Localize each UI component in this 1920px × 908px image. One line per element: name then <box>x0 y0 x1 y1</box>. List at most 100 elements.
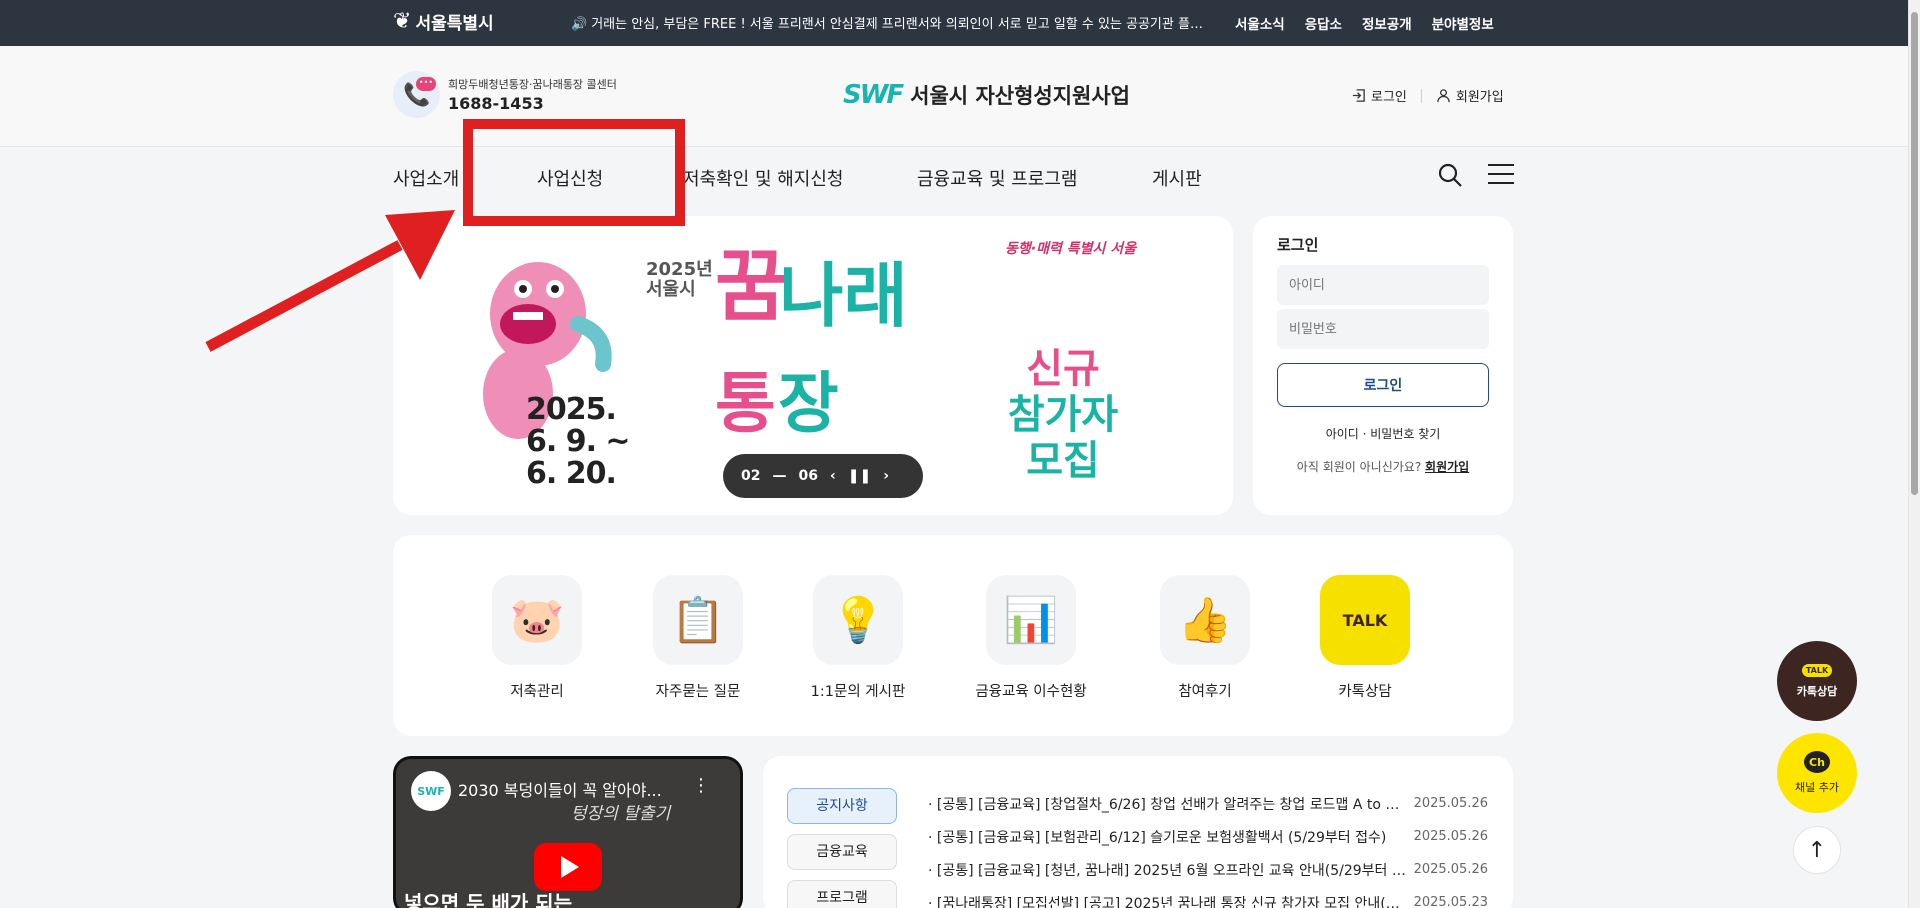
slide-total: 06 <box>798 468 818 484</box>
recruit-line-2: 참가자 <box>1007 392 1119 438</box>
login-panel: 로그인 로그인 아이디 · 비밀번호 찾기 아직 회원이 아니신가요? 회원가입 <box>1253 216 1513 515</box>
banner-recruit-text: 신규 참가자 모집 <box>993 346 1133 484</box>
notice-title: · [공통] [금융교육] [청년, 꿈나래] 2025년 6월 오프라인 교육… <box>928 862 1408 879</box>
tab-notices[interactable]: 공지사항 <box>787 788 897 824</box>
tab-finance-education[interactable]: 금융교육 <box>787 834 897 870</box>
video-handwriting: 텅장의 탈출기 <box>571 804 671 824</box>
notice-row[interactable]: · [공통] [금융교육] [청년, 꿈나래] 2025년 6월 오프라인 교육… <box>928 853 1488 886</box>
quick-inquiry-board[interactable]: 💡 1:1문의 게시판 <box>783 575 933 701</box>
speaker-icon: 🔊 <box>571 17 588 32</box>
swf-logo-mark: SWF <box>843 80 904 110</box>
util-link-eungdapso[interactable]: 응답소 <box>1305 13 1342 33</box>
quick-faq[interactable]: 📋 자주묻는 질문 <box>623 575 773 701</box>
utility-links: 서울소식 응답소 정보공개 분야별정보 <box>1235 13 1494 33</box>
main-banner[interactable]: 2025년 서울시 꿈 나래 통 장 2025. 6. 9. ~ 6. 20. … <box>393 216 1233 515</box>
scroll-to-top-icon[interactable]: ↑ <box>1793 826 1841 874</box>
add-channel-label: 채널 추가 <box>1795 781 1839 794</box>
kakao-consult-button[interactable]: TALK 카톡상담 <box>1777 641 1857 721</box>
play-button-icon[interactable] <box>534 843 602 891</box>
site-name: 서울시 자산형성지원사업 <box>910 84 1131 108</box>
page-scrollbar[interactable] <box>1908 0 1920 908</box>
quick-label: 저축관리 <box>510 684 564 700</box>
nav-board[interactable]: 게시판 <box>1152 165 1202 191</box>
util-link-field-info[interactable]: 분야별정보 <box>1432 13 1494 33</box>
piggy-bank-icon: 🐷 <box>492 575 582 665</box>
kakao-talk-icon: TALK <box>1320 575 1410 665</box>
quick-reviews[interactable]: 👍 참여후기 <box>1130 575 1280 701</box>
join-link[interactable]: 회원가입 <box>1425 460 1469 474</box>
scrollbar-thumb[interactable] <box>1911 12 1918 495</box>
video-title: 2030 복덩이들이 꼭 알아야... <box>458 781 662 800</box>
kakao-talk-icon: TALK <box>1801 663 1833 677</box>
notice-title: · [공통] [금융교육] [창업절차_6/26] 창업 선배가 알려주는 창업… <box>928 796 1408 813</box>
quick-label: 금융교육 이수현황 <box>975 684 1087 700</box>
channel-logo: SWF <box>411 771 451 811</box>
login-link[interactable]: 로그인 <box>1351 86 1407 105</box>
kakao-consult-label: 카톡상담 <box>1796 684 1838 698</box>
video-caption: 넣으면 두 배가 되는 <box>404 891 573 908</box>
seoul-slogan: 동행·매력 특별시 서울 <box>1005 241 1136 257</box>
kakao-channel-icon: Ch <box>1804 751 1830 773</box>
seoul-logo-text: 서울특별시 <box>415 14 494 34</box>
find-id-password-link[interactable]: 아이디 · 비밀번호 찾기 <box>1277 425 1489 442</box>
quick-label: 참여후기 <box>1178 684 1232 700</box>
banner-title-1: 꿈 <box>715 242 787 332</box>
auth-links: 로그인 회원가입 <box>1351 86 1504 105</box>
banner-date: 2025. 6. 9. ~ 6. 20. <box>526 392 631 491</box>
util-link-seoul-news[interactable]: 서울소식 <box>1235 13 1285 33</box>
notice-list: · [공통] [금융교육] [창업절차_6/26] 창업 선배가 알려주는 창업… <box>928 787 1488 908</box>
slider-controls: 02 — 06 ‹ ❚❚ › <box>723 454 923 498</box>
login-panel-title: 로그인 <box>1277 236 1319 254</box>
site-header: 📞 ••• 희망두배청년통장·꿈나래통장 콜센터 1688-1453 SWF 서… <box>0 46 1908 147</box>
tab-programs[interactable]: 프로그램 <box>787 880 897 908</box>
prev-slide-icon[interactable]: ‹ <box>830 468 836 484</box>
quick-label: 카톡상담 <box>1338 684 1392 700</box>
quick-kakao-chat[interactable]: TALK 카톡상담 <box>1290 575 1440 701</box>
search-icon[interactable] <box>1437 162 1463 188</box>
login-button[interactable]: 로그인 <box>1277 363 1489 407</box>
nav-savings-check[interactable]: 저축확인 및 해지신청 <box>683 165 843 191</box>
util-link-info-disclosure[interactable]: 정보공개 <box>1362 13 1412 33</box>
nav-finance-education[interactable]: 금융교육 및 프로그램 <box>917 165 1077 191</box>
recruit-line-1: 신규 <box>1026 346 1100 392</box>
join-prompt: 아직 회원이 아니신가요? 회원가입 <box>1277 458 1489 475</box>
signup-link[interactable]: 회원가입 <box>1436 86 1504 105</box>
join-prompt-text: 아직 회원이 아니신가요? <box>1296 460 1422 474</box>
notice-tabs: 공지사항 금융교육 프로그램 <box>787 788 897 908</box>
more-options-icon[interactable]: ⋮ <box>692 775 710 796</box>
signup-link-label: 회원가입 <box>1455 90 1504 105</box>
notice-row[interactable]: · [공통] [금융교육] [창업절차_6/26] 창업 선배가 알려주는 창업… <box>928 787 1488 820</box>
nav-business-apply[interactable]: 사업신청 <box>537 165 603 191</box>
user-id-input[interactable] <box>1277 265 1489 305</box>
ticker-text: 거래는 안심, 부담은 FREE ! 서울 프리랜서 안심결제 프리랜서와 의뢰… <box>591 17 1211 32</box>
password-input[interactable] <box>1277 309 1489 349</box>
site-logo[interactable]: SWF 서울시 자산형성지원사업 <box>843 80 1130 110</box>
seoul-city-logo[interactable]: ❦ 서울특별시 <box>393 9 494 34</box>
pause-icon[interactable]: ❚❚ <box>848 468 871 484</box>
notice-row[interactable]: · [꿈나래통장] [모집선발] [공고] 2025년 꿈나래 통장 신규 참가… <box>928 886 1488 908</box>
add-channel-button[interactable]: Ch 채널 추가 <box>1777 733 1857 813</box>
quick-label: 자주묻는 질문 <box>655 684 741 700</box>
quick-savings-management[interactable]: 🐷 저축관리 <box>462 575 612 701</box>
chart-board-icon: 📊 <box>986 575 1076 665</box>
lightbulb-icon: 💡 <box>813 575 903 665</box>
main-navigation: 사업소개 사업신청 저축확인 및 해지신청 금융교육 및 프로그램 게시판 <box>0 148 1908 208</box>
seoul-logo-icon: ❦ <box>393 8 412 34</box>
notice-date: 2025.05.26 <box>1413 829 1488 844</box>
news-ticker[interactable]: 🔊 거래는 안심, 부담은 FREE ! 서울 프리랜서 안심결제 프리랜서와 의… <box>571 13 1211 32</box>
nav-business-intro[interactable]: 사업소개 <box>393 165 459 191</box>
notice-row[interactable]: · [공통] [금융교육] [보험관리_6/12] 슬기로운 보험생활백서 (5… <box>928 820 1488 853</box>
chat-bubble-icon: ••• <box>416 77 436 91</box>
next-slide-icon[interactable]: › <box>883 468 889 484</box>
quick-education-status[interactable]: 📊 금융교육 이수현황 <box>956 575 1106 701</box>
banner-title-2: 나래 <box>779 255 908 337</box>
checklist-icon: 📋 <box>653 575 743 665</box>
notice-board: 공지사항 금융교육 프로그램 · [공통] [금융교육] [창업절차_6/26]… <box>763 756 1513 908</box>
user-icon <box>1437 89 1450 103</box>
hamburger-menu-icon[interactable] <box>1488 164 1514 186</box>
notice-date: 2025.05.26 <box>1413 796 1488 811</box>
banner-year: 2025년 서울시 <box>646 259 713 300</box>
call-center: 📞 ••• 희망두배청년통장·꿈나래통장 콜센터 1688-1453 <box>393 71 617 118</box>
youtube-video[interactable]: SWF 2030 복덩이들이 꼭 알아야... ⋮ 텅장의 탈출기 넣으면 두 … <box>393 756 743 908</box>
call-center-number: 1688-1453 <box>448 94 544 113</box>
